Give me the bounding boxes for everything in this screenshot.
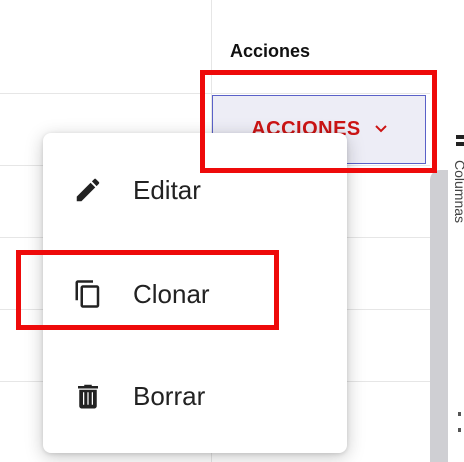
trash-icon (71, 379, 105, 413)
columns-icon[interactable] (456, 135, 464, 153)
columns-side-panel[interactable] (448, 0, 464, 462)
menu-item-borrar[interactable]: Borrar (43, 361, 347, 431)
panel-handle-icon (458, 412, 464, 462)
menu-item-label: Editar (133, 174, 201, 205)
menu-item-label: Borrar (133, 380, 206, 411)
vertical-scrollbar[interactable] (430, 170, 448, 462)
edit-icon (71, 173, 105, 207)
columns-panel-label[interactable]: Columnas (452, 160, 464, 223)
highlight-box-acciones (200, 70, 437, 173)
acciones-column-header: Acciones (230, 41, 311, 61)
highlight-box-clonar (16, 250, 279, 330)
